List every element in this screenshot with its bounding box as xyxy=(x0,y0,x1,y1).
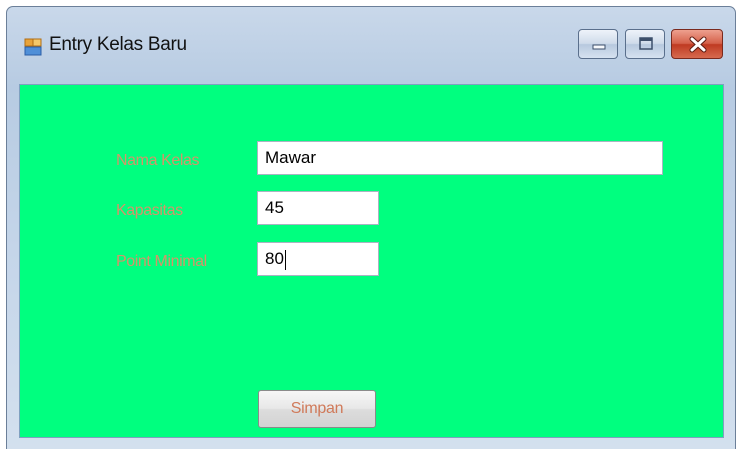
nama-kelas-input[interactable]: Mawar xyxy=(257,141,663,175)
close-icon xyxy=(689,36,707,53)
text-cursor xyxy=(284,249,286,270)
minimize-button[interactable] xyxy=(578,29,618,59)
simpan-button[interactable]: Simpan xyxy=(258,390,376,428)
point-minimal-label: Point Minimal xyxy=(116,253,207,270)
title-bar[interactable]: Entry Kelas Baru xyxy=(7,7,735,83)
app-window: Entry Kelas Baru Nama Kelas Mawar Kapasi… xyxy=(6,6,736,449)
nama-kelas-value: Mawar xyxy=(265,148,317,167)
window-title: Entry Kelas Baru xyxy=(49,34,187,55)
minimize-icon xyxy=(592,44,606,50)
nama-kelas-label: Nama Kelas xyxy=(116,152,200,169)
kapasitas-label: Kapasitas xyxy=(116,202,183,219)
close-button[interactable] xyxy=(671,29,723,59)
point-minimal-input[interactable]: 80 xyxy=(257,242,379,276)
maximize-button[interactable] xyxy=(625,29,665,59)
app-window-icon xyxy=(24,38,42,56)
form-area: Nama Kelas Mawar Kapasitas 45 Point Mini… xyxy=(19,84,724,438)
point-minimal-value: 80 xyxy=(265,249,284,268)
kapasitas-input[interactable]: 45 xyxy=(257,191,379,225)
maximize-icon xyxy=(639,37,653,50)
kapasitas-value: 45 xyxy=(265,198,284,217)
